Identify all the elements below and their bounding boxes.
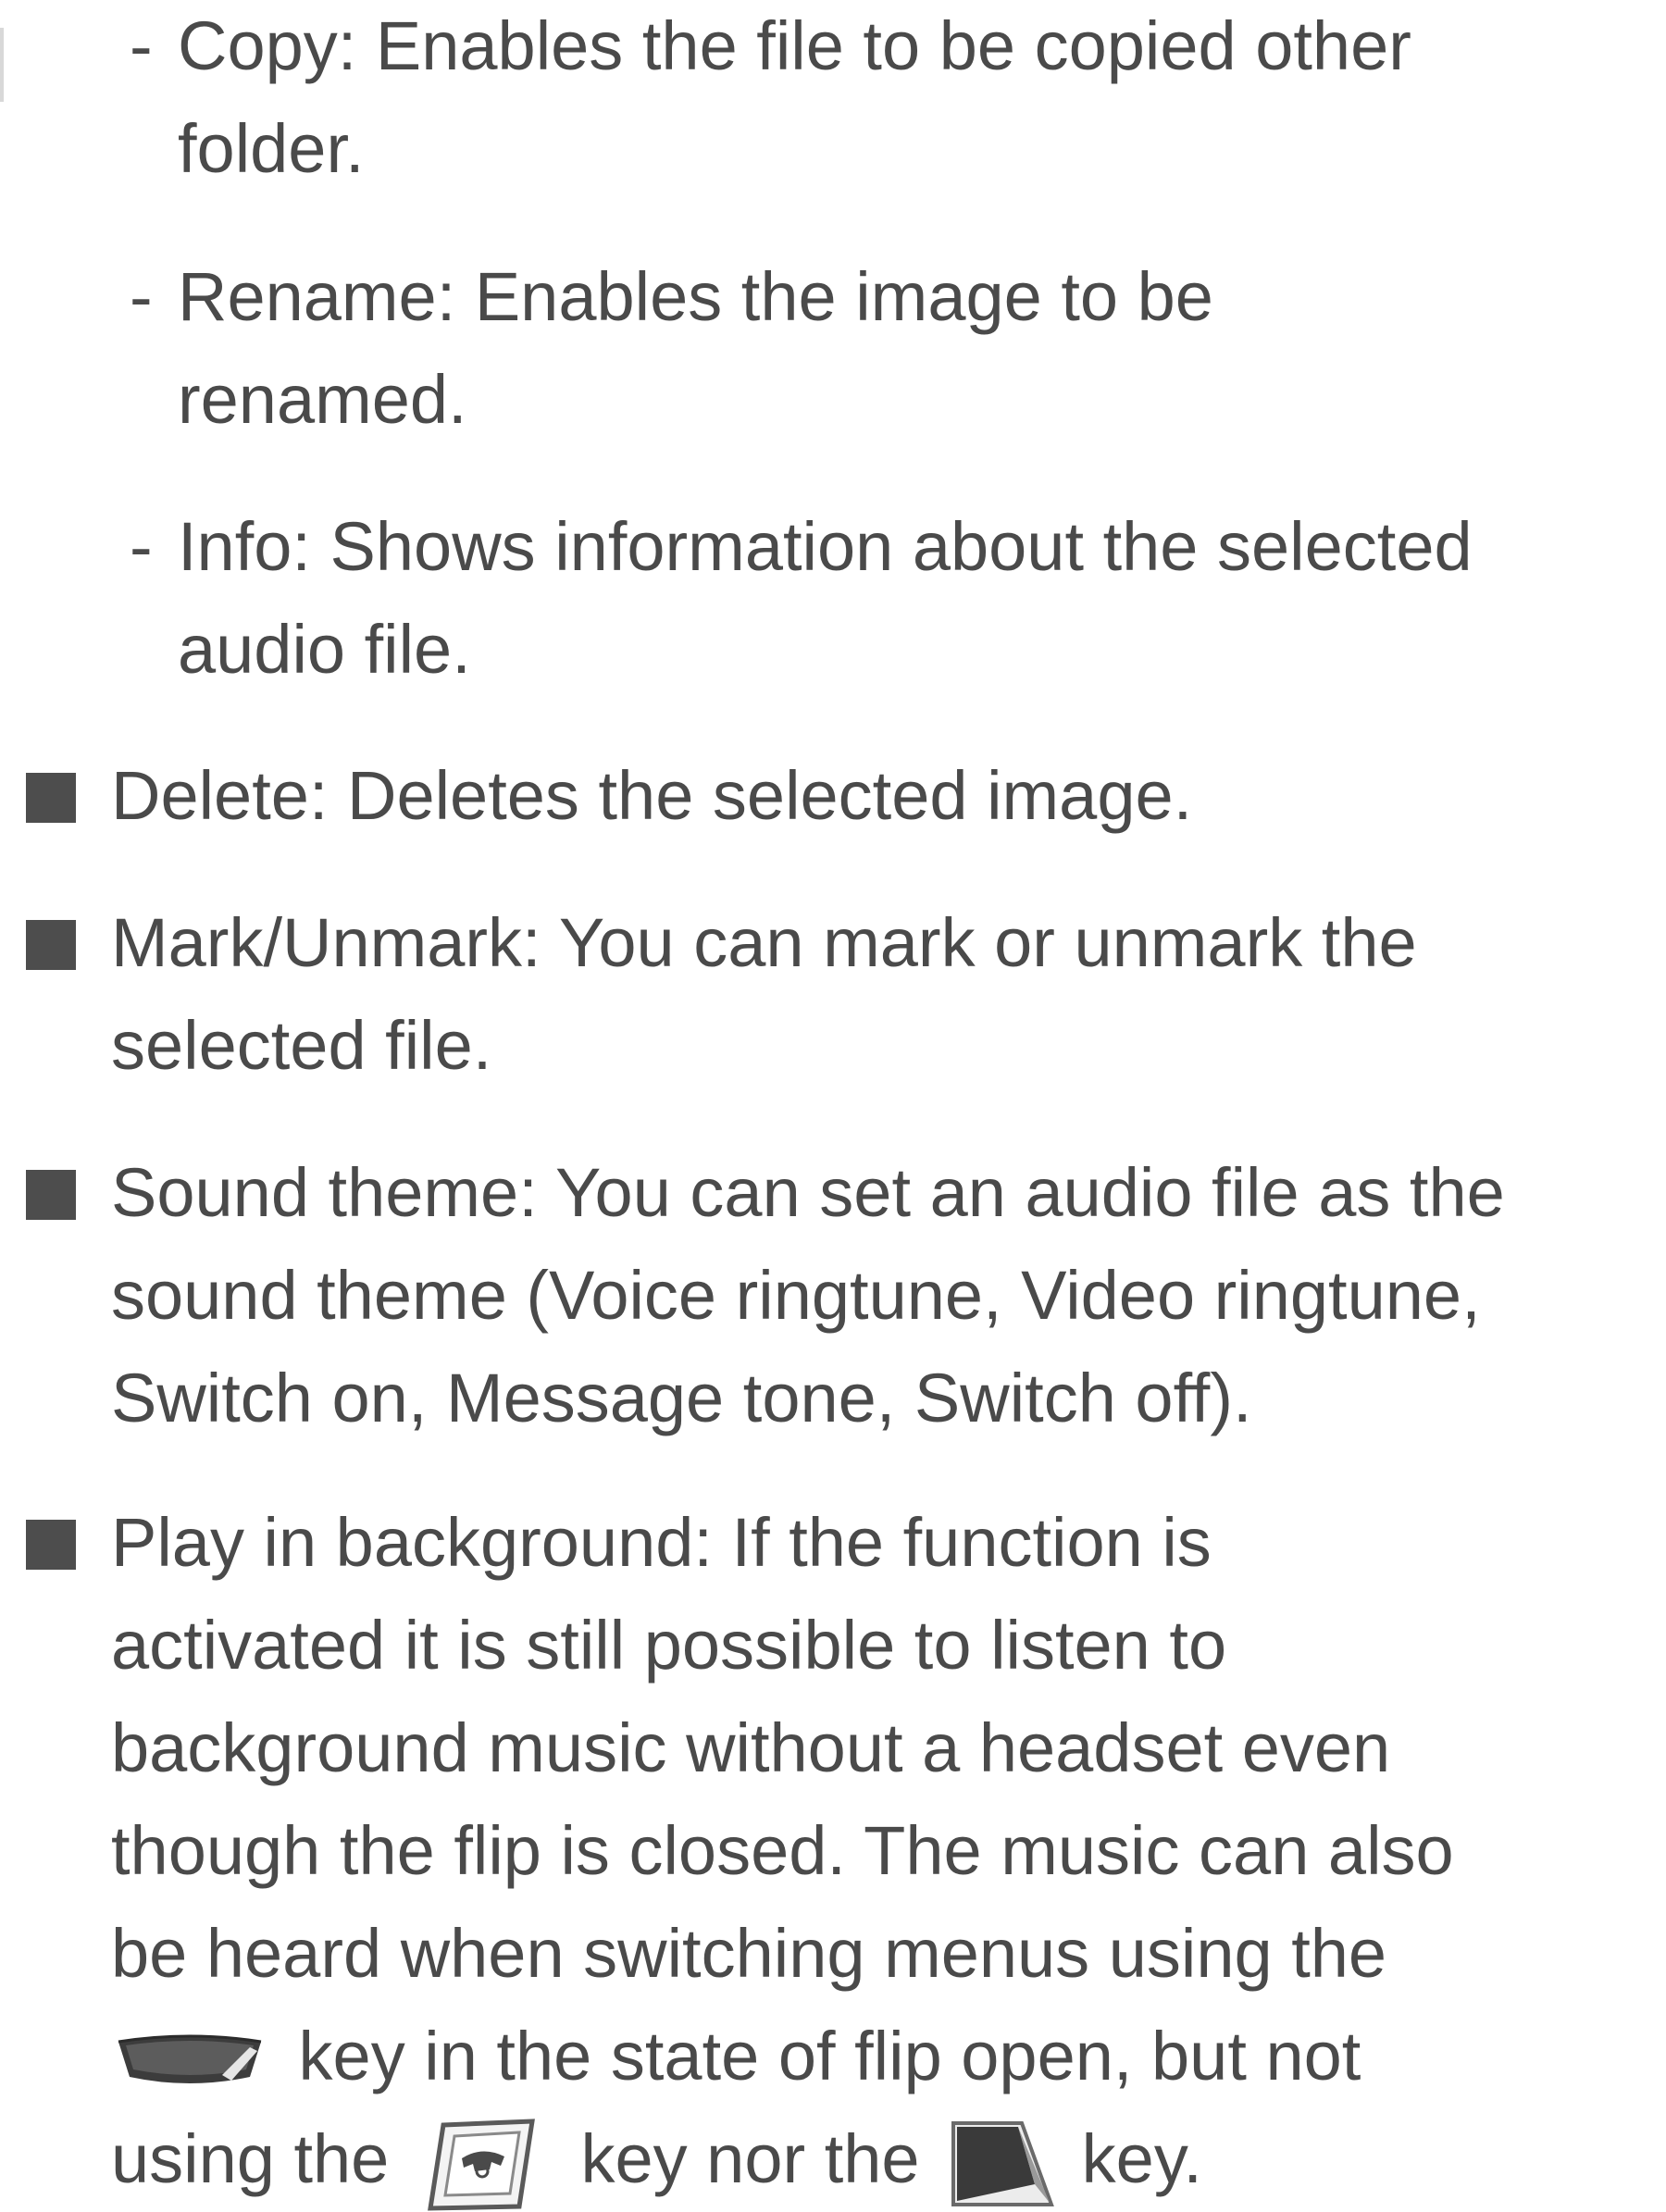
bullet-text: Sound theme: You can set an audio file a… [111, 1141, 1647, 1449]
text-line-with-call-end-keys: using the key nor the key. [111, 2107, 1647, 2212]
page-edge-mark [0, 28, 4, 102]
square-bullet-icon [26, 1170, 76, 1220]
sub-item-info: - Info: Shows information about the sele… [130, 495, 1647, 701]
text-line: Sound theme: You can set an audio file a… [111, 1154, 1505, 1231]
dash-marker: - [130, 7, 153, 84]
key-line-text: key in the state of flip open, but not [280, 2018, 1361, 2094]
sub-item-copy: - Copy: Enables the file to be copied ot… [130, 0, 1647, 200]
bullet-text: Mark/Unmark: You can mark or unmark the … [111, 891, 1647, 1097]
square-bullet-icon [26, 920, 76, 970]
text-line: selected file. [111, 1007, 492, 1084]
key-line-suffix: key. [1063, 2120, 1202, 2197]
text-line: folder. [178, 110, 365, 187]
dash-marker: - [130, 258, 153, 335]
text-line: Delete: Deletes the selected image. [111, 757, 1193, 834]
menu-key-icon [111, 2029, 268, 2094]
call-key-icon [423, 2116, 541, 2212]
square-bullet-icon [26, 1520, 76, 1570]
dash-marker: - [130, 508, 153, 585]
text-line: Switch on, Message tone, Switch off). [111, 1360, 1252, 1436]
key-line-mid: key nor the [561, 2120, 939, 2197]
bullet-item-delete: Delete: Deletes the selected image. [26, 744, 1647, 847]
text-line: Info: Shows information about the select… [178, 508, 1473, 585]
text-line: renamed. [178, 361, 467, 438]
bullet-text: Play in background: If the function is a… [111, 1491, 1647, 2212]
text-line: Copy: Enables the file to be copied othe… [178, 7, 1411, 84]
text-line: activated it is still possible to listen… [111, 1607, 1227, 1684]
text-line: be heard when switching menus using the [111, 1915, 1387, 1992]
manual-page: - Copy: Enables the file to be copied ot… [0, 0, 1666, 2212]
end-key-icon [948, 2116, 1055, 2212]
bullet-item-play-background: Play in background: If the function is a… [26, 1491, 1647, 2212]
bullet-item-sound-theme: Sound theme: You can set an audio file a… [26, 1141, 1647, 1449]
sub-item-text: Copy: Enables the file to be copied othe… [178, 0, 1647, 200]
text-line: sound theme (Voice ringtune, Video ringt… [111, 1257, 1481, 1334]
bullet-text: Delete: Deletes the selected image. [111, 744, 1647, 847]
text-line-with-menu-key: key in the state of flip open, but not [111, 2005, 1647, 2107]
key-line-prefix: using the [111, 2120, 408, 2197]
text-line: Mark/Unmark: You can mark or unmark the [111, 904, 1417, 981]
text-line: audio file. [178, 611, 471, 688]
text-line: Play in background: If the function is [111, 1504, 1212, 1581]
sub-item-rename: - Rename: Enables the image to be rename… [130, 245, 1647, 451]
text-line: Rename: Enables the image to be [178, 258, 1213, 335]
sub-item-text: Info: Shows information about the select… [178, 495, 1647, 701]
text-line: background music without a headset even [111, 1709, 1391, 1786]
text-line: though the flip is closed. The music can… [111, 1812, 1454, 1889]
sub-item-text: Rename: Enables the image to be renamed. [178, 245, 1647, 451]
square-bullet-icon [26, 773, 76, 823]
bullet-item-mark: Mark/Unmark: You can mark or unmark the … [26, 891, 1647, 1097]
